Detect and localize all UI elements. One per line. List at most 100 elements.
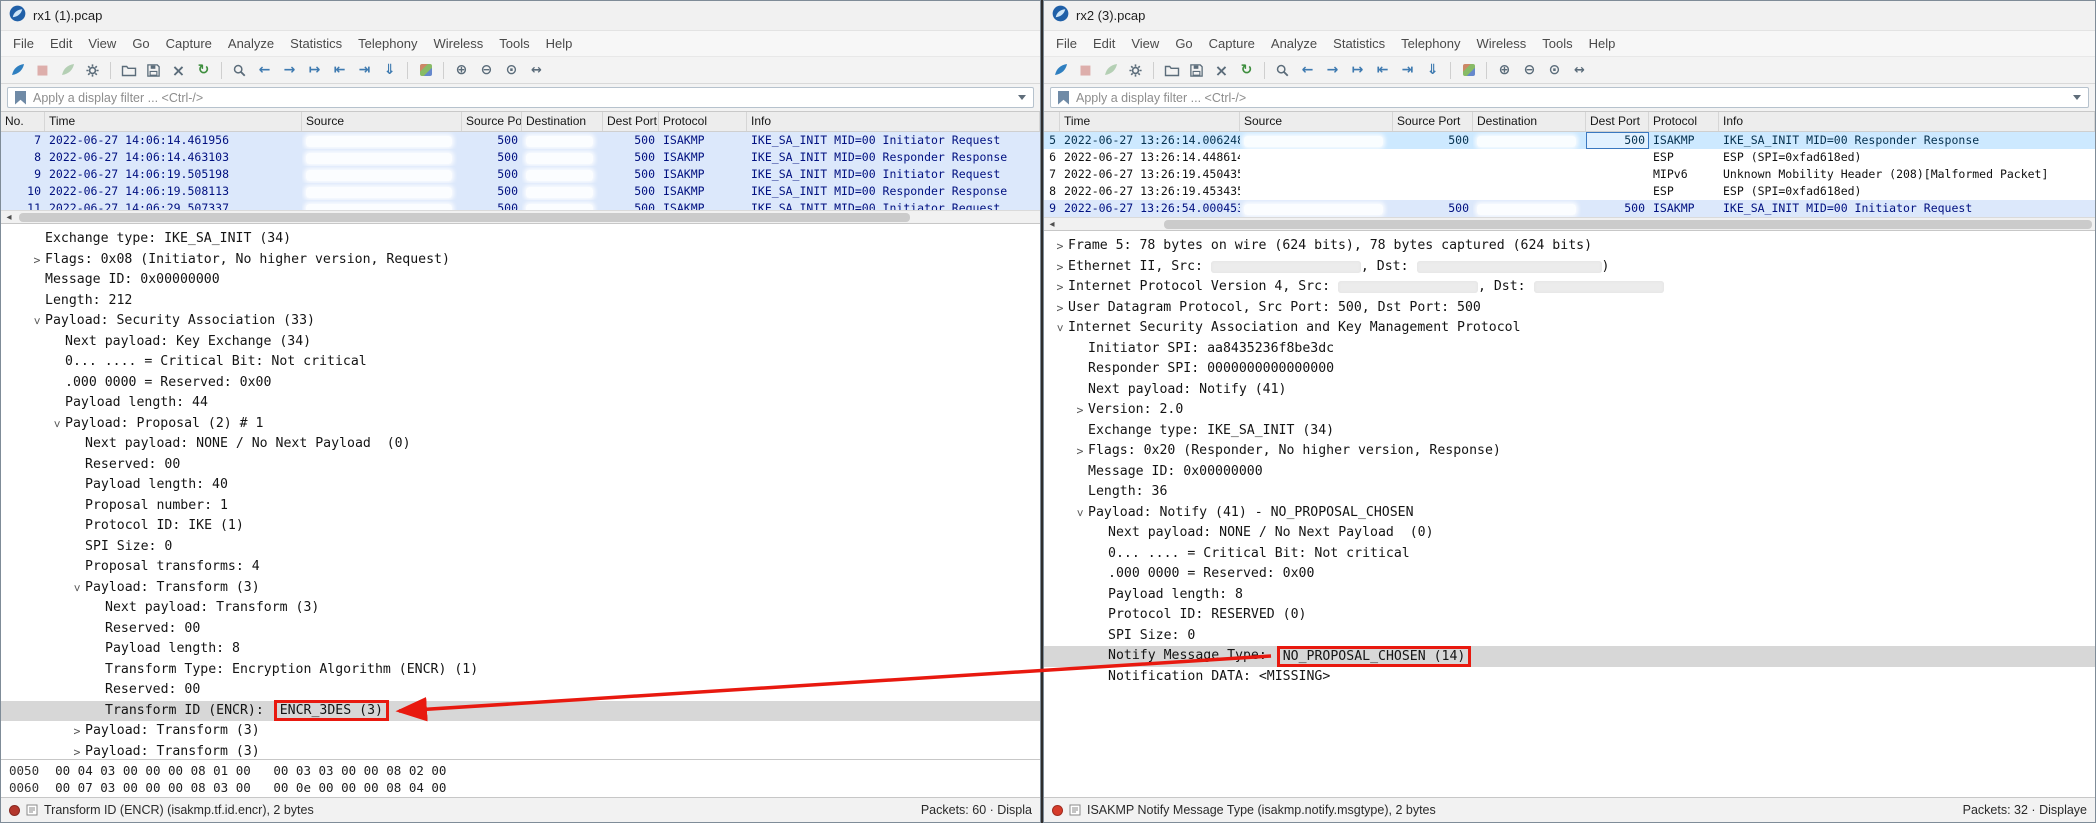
go-forward-icon[interactable]: → xyxy=(1321,59,1344,81)
menu-capture[interactable]: Capture xyxy=(158,33,220,54)
detail-row[interactable]: > Ethernet II, Src: , Dst: ) xyxy=(1044,257,2095,278)
find-packet-icon[interactable] xyxy=(228,59,251,81)
find-packet-icon[interactable] xyxy=(1271,59,1294,81)
packet-row[interactable]: 8 2022-06-27 14:06:14.463103 500 500 ISAKMP I… xyxy=(1,149,1040,166)
menu-help[interactable]: Help xyxy=(1581,33,1624,54)
expander-icon[interactable]: > xyxy=(1072,400,1088,421)
expander-icon[interactable]: > xyxy=(67,580,88,596)
detail-row[interactable]: 0... .... = Critical Bit: Not critical xyxy=(1044,544,2095,565)
column-header-no[interactable] xyxy=(1044,112,1060,131)
detail-row[interactable]: Reserved: 00 xyxy=(1,619,1040,640)
packet-row[interactable]: 11 2022-06-27 14:06:29.507337 500 500 ISAKMP… xyxy=(1,200,1040,210)
detail-row[interactable]: > Payload: Notify (41) - NO_PROPOSAL_CHOS… xyxy=(1044,503,2095,524)
start-capture-icon[interactable] xyxy=(6,59,29,81)
expander-icon[interactable]: > xyxy=(1050,320,1071,336)
filter-dropdown-icon[interactable] xyxy=(1018,95,1026,100)
expander-icon[interactable]: > xyxy=(69,721,85,742)
detail-row[interactable]: Next payload: Transform (3) xyxy=(1,598,1040,619)
menu-capture[interactable]: Capture xyxy=(1201,33,1263,54)
go-first-icon[interactable]: ⇤ xyxy=(328,59,351,81)
hex-row[interactable]: 0050 00 04 03 00 00 00 08 01 00 00 03 03 … xyxy=(9,762,1040,779)
detail-row[interactable]: > Flags: 0x08 (Initiator, No higher versi… xyxy=(1,250,1040,271)
expander-icon[interactable]: > xyxy=(1052,298,1068,319)
menu-analyze[interactable]: Analyze xyxy=(220,33,282,54)
menu-analyze[interactable]: Analyze xyxy=(1263,33,1325,54)
go-last-icon[interactable]: ⇥ xyxy=(1396,59,1419,81)
filter-bookmark-icon[interactable] xyxy=(1058,90,1069,105)
packet-row[interactable]: 5 2022-06-27 13:26:14.006248 500 500 ISAKMP I… xyxy=(1044,132,2095,149)
scroll-left-arrow-icon[interactable]: ◂ xyxy=(1,211,17,223)
menu-help[interactable]: Help xyxy=(538,33,581,54)
expander-icon[interactable]: > xyxy=(27,313,48,329)
detail-row[interactable]: > Payload: Transform (3) xyxy=(1,721,1040,742)
expander-icon[interactable]: > xyxy=(1052,277,1068,298)
go-back-icon[interactable]: ← xyxy=(253,59,276,81)
detail-row[interactable]: Initiator SPI: aa8435236f8be3dc xyxy=(1044,339,2095,360)
column-header-protocol[interactable]: Protocol xyxy=(659,112,747,131)
detail-row[interactable]: Exchange type: IKE_SA_INIT (34) xyxy=(1044,421,2095,442)
scrollbar-thumb[interactable] xyxy=(1164,220,2092,229)
detail-row[interactable]: Message ID: 0x00000000 xyxy=(1,270,1040,291)
zoom-out-icon[interactable]: ⊖ xyxy=(1518,59,1541,81)
detail-row[interactable]: > Frame 5: 78 bytes on wire (624 bits), 7… xyxy=(1044,236,2095,257)
go-last-icon[interactable]: ⇥ xyxy=(353,59,376,81)
menu-view[interactable]: View xyxy=(1123,33,1167,54)
start-capture-icon[interactable] xyxy=(1049,59,1072,81)
menu-wireless[interactable]: Wireless xyxy=(425,33,491,54)
expander-icon[interactable]: > xyxy=(1052,257,1068,278)
resize-columns-icon[interactable]: ↔ xyxy=(1568,59,1591,81)
display-filter-input[interactable]: Apply a display filter ... <Ctrl-/> xyxy=(7,87,1034,108)
zoom-reset-icon[interactable]: ⊙ xyxy=(1543,59,1566,81)
title-bar[interactable]: rx1 (1).pcap xyxy=(1,1,1040,31)
column-header-source-port[interactable]: Source Port xyxy=(1393,112,1473,131)
packet-row[interactable]: 7 2022-06-27 14:06:14.461956 500 500 ISAKMP I… xyxy=(1,132,1040,149)
detail-row[interactable]: Payload length: 40 xyxy=(1,475,1040,496)
detail-row[interactable]: Protocol ID: IKE (1) xyxy=(1,516,1040,537)
packet-row[interactable]: 7 2022-06-27 13:26:19.450435 MIPv6 Unknown … xyxy=(1044,166,2095,183)
detail-row[interactable]: .000 0000 = Reserved: 0x00 xyxy=(1,373,1040,394)
expert-info-icon[interactable] xyxy=(9,804,20,816)
menu-edit[interactable]: Edit xyxy=(1085,33,1123,54)
detail-row[interactable]: Payload length: 8 xyxy=(1,639,1040,660)
detail-row[interactable]: Proposal transforms: 4 xyxy=(1,557,1040,578)
detail-row[interactable]: Next payload: Key Exchange (34) xyxy=(1,332,1040,353)
menu-tools[interactable]: Tools xyxy=(491,33,537,54)
detail-row[interactable]: > Payload: Transform (3) xyxy=(1,742,1040,760)
detail-row[interactable]: Message ID: 0x00000000 xyxy=(1044,462,2095,483)
detail-row[interactable]: Next payload: Notify (41) xyxy=(1044,380,2095,401)
column-header-dest-port[interactable]: Dest Port xyxy=(603,112,659,131)
detail-row[interactable]: Protocol ID: RESERVED (0) xyxy=(1044,605,2095,626)
column-header-info[interactable]: Info xyxy=(1719,112,2095,131)
detail-row[interactable]: Transform ID (ENCR): ENCR_3DES (3) xyxy=(1,700,1040,722)
menu-wireless[interactable]: Wireless xyxy=(1468,33,1534,54)
open-file-icon[interactable] xyxy=(117,59,140,81)
packet-row[interactable]: 10 2022-06-27 14:06:19.508113 500 500 ISAKMP… xyxy=(1,183,1040,200)
detail-row[interactable]: > User Datagram Protocol, Src Port: 500, … xyxy=(1044,298,2095,319)
filter-dropdown-icon[interactable] xyxy=(2073,95,2081,100)
expert-info-icon[interactable] xyxy=(1052,804,1063,816)
zoom-in-icon[interactable]: ⊕ xyxy=(1493,59,1516,81)
detail-row[interactable]: > Payload: Transform (3) xyxy=(1,578,1040,599)
column-header-dest-port[interactable]: Dest Port xyxy=(1586,112,1649,131)
detail-row[interactable]: > Payload: Proposal (2) # 1 xyxy=(1,414,1040,435)
close-file-icon[interactable]: × xyxy=(1210,59,1233,81)
menu-statistics[interactable]: Statistics xyxy=(282,33,350,54)
detail-row[interactable]: Proposal number: 1 xyxy=(1,496,1040,517)
menu-telephony[interactable]: Telephony xyxy=(1393,33,1468,54)
zoom-in-icon[interactable]: ⊕ xyxy=(450,59,473,81)
capture-options-icon[interactable] xyxy=(1124,59,1147,81)
save-file-icon[interactable] xyxy=(142,59,165,81)
column-header-destination[interactable]: Destination xyxy=(1473,112,1586,131)
column-header-time[interactable]: Time xyxy=(1060,112,1240,131)
go-to-packet-icon[interactable]: ↦ xyxy=(303,59,326,81)
go-to-packet-icon[interactable]: ↦ xyxy=(1346,59,1369,81)
detail-row[interactable]: SPI Size: 0 xyxy=(1044,626,2095,647)
menu-telephony[interactable]: Telephony xyxy=(350,33,425,54)
capture-comment-icon[interactable] xyxy=(1069,804,1081,816)
save-file-icon[interactable] xyxy=(1185,59,1208,81)
detail-row[interactable]: > Internet Security Association and Key M… xyxy=(1044,318,2095,339)
menu-file[interactable]: File xyxy=(5,33,42,54)
detail-row[interactable]: > Payload: Security Association (33) xyxy=(1,311,1040,332)
open-file-icon[interactable] xyxy=(1160,59,1183,81)
expander-icon[interactable]: > xyxy=(1072,441,1088,462)
